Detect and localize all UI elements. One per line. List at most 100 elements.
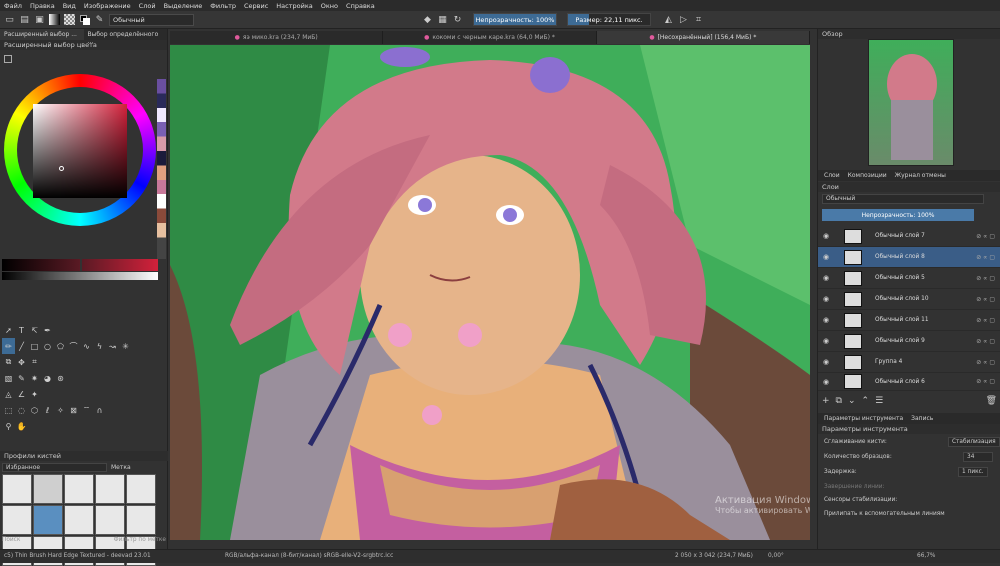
multibrush-icon[interactable]: ✳	[119, 338, 132, 354]
polygon-tool-icon[interactable]: ⬠	[54, 338, 67, 354]
text-tool-icon[interactable]: T	[15, 322, 28, 338]
menu-help[interactable]: Справка	[346, 2, 375, 10]
gradient-icon[interactable]	[49, 14, 60, 25]
delay-input[interactable]: 1 пикс.	[958, 467, 988, 477]
polygon-select-icon[interactable]: ⬡	[28, 402, 41, 418]
samples-input[interactable]: 34	[963, 452, 993, 462]
tab-layers[interactable]: Слои	[824, 172, 840, 179]
brush-preset-icon[interactable]: ✎	[94, 14, 105, 25]
layer-row[interactable]: ◉ Обычный слой 9 ⊘ ∝ ▢	[818, 331, 1000, 352]
fill-tool-icon[interactable]: ◕	[41, 370, 54, 386]
layer-row[interactable]: ◉ Обычный слой 5 ⊘ ∝ ▢	[818, 268, 1000, 289]
menu-select[interactable]: Выделение	[164, 2, 203, 10]
hue-gradient-bar[interactable]	[82, 259, 158, 271]
brush-preset[interactable]	[126, 505, 156, 535]
tab-document-3[interactable]: ● [Несохранённый] (156,4 МиБ) *	[596, 31, 810, 44]
menu-window[interactable]: Окно	[321, 2, 338, 10]
layer-lock-icons[interactable]: ⊘ ∝ ▢	[976, 359, 995, 366]
size-slider[interactable]: Размер: 22,11 пикс.	[567, 13, 651, 26]
menu-filter[interactable]: Фильтр	[210, 2, 236, 10]
saturation-value-square[interactable]	[33, 104, 127, 198]
layer-lock-icons[interactable]: ⊘ ∝ ▢	[976, 233, 995, 240]
pattern-icon[interactable]	[64, 14, 75, 25]
layer-opacity-slider[interactable]: Непрозрачность: 100%	[822, 209, 974, 221]
layer-lock-icons[interactable]: ⊘ ∝ ▢	[976, 378, 995, 385]
crop-tool-icon[interactable]: ⌗	[28, 354, 41, 370]
freehand-select-icon[interactable]: ℓ	[41, 402, 54, 418]
snap-to-assistants-label[interactable]: Прилипать к вспомогательным линиям	[824, 511, 945, 517]
reload-preset-icon[interactable]: ↻	[452, 14, 463, 25]
menu-settings[interactable]: Настройка	[276, 2, 312, 10]
visibility-eye-icon[interactable]: ◉	[823, 274, 829, 282]
visibility-eye-icon[interactable]: ◉	[823, 295, 829, 303]
visibility-eye-icon[interactable]: ◉	[823, 316, 829, 324]
tab-document-1[interactable]: ● яэ мико.kra (234,7 МиБ)	[170, 31, 384, 44]
menu-tools[interactable]: Сервис	[244, 2, 268, 10]
brush-preset[interactable]	[64, 474, 94, 504]
tab-specific-color[interactable]: Выбор определённого ...	[84, 29, 168, 45]
layer-lock-icons[interactable]: ⊘ ∝ ▢	[976, 275, 995, 282]
tab-tool-options[interactable]: Параметры инструмента	[824, 415, 903, 422]
layer-row-selected[interactable]: ◉ Обычный слой 8 ⊘ ∝ ▢	[818, 247, 1000, 268]
color-picker-handle[interactable]	[59, 166, 64, 171]
freehand-brush-icon[interactable]: ✏	[2, 338, 15, 354]
brush-preset[interactable]	[126, 474, 156, 504]
eraser-mode-icon[interactable]: ◆	[422, 14, 433, 25]
select-shapes-icon[interactable]: ➚	[2, 322, 15, 338]
layer-row[interactable]: ◉ Обычный слой 10 ⊘ ∝ ▢	[818, 289, 1000, 310]
wrap-around-icon[interactable]: ⌗	[693, 14, 704, 25]
contiguous-select-icon[interactable]: ✧	[54, 402, 67, 418]
tab-advanced-color[interactable]: Расширенный выбор ...	[0, 29, 84, 40]
move-tool-icon[interactable]: ✥	[15, 354, 28, 370]
menu-image[interactable]: Изображение	[84, 2, 131, 10]
delete-layer-icon[interactable]: 🗑	[986, 396, 997, 406]
brush-search-input[interactable]: Поиск	[2, 537, 20, 547]
bezier-select-icon[interactable]: ⌔	[80, 402, 93, 418]
mirror-horizontal-icon[interactable]: ◭	[663, 14, 674, 25]
filter-by-tag-checkbox[interactable]: Фильтр по метке	[114, 537, 166, 547]
similar-select-icon[interactable]: ⊠	[67, 402, 80, 418]
layer-properties-icon[interactable]: ☰	[875, 396, 883, 406]
open-document-icon[interactable]: ▤	[19, 14, 30, 25]
layer-row[interactable]: ◉ Обычный слой 7 ⊘ ∝ ▢	[818, 226, 1000, 247]
menu-view[interactable]: Вид	[63, 2, 76, 10]
duplicate-layer-icon[interactable]: ⧉	[836, 396, 842, 406]
color-history-strip[interactable]	[157, 79, 166, 259]
layer-lock-icons[interactable]: ⊘ ∝ ▢	[976, 338, 995, 345]
menu-file[interactable]: Файл	[4, 2, 22, 10]
visibility-eye-icon[interactable]: ◉	[823, 232, 829, 240]
brush-tag-select[interactable]: Избранное	[2, 463, 107, 472]
color-sampler-icon[interactable]: ⊛	[54, 370, 67, 386]
panel-menu-icon[interactable]	[4, 55, 12, 63]
visibility-eye-icon[interactable]: ◉	[823, 253, 829, 261]
freehand-path-icon[interactable]: ϟ	[93, 338, 106, 354]
drawing-canvas[interactable]: Активация Windows Чтобы активировать Win…	[170, 45, 810, 540]
tab-document-2[interactable]: ● кокоми с черным каре.kra (64,0 МиБ) *	[383, 31, 597, 44]
add-layer-icon[interactable]: +	[822, 396, 830, 406]
visibility-eye-icon[interactable]: ◉	[823, 337, 829, 345]
menu-edit[interactable]: Правка	[30, 2, 55, 10]
brush-preset[interactable]	[33, 474, 63, 504]
layer-row[interactable]: ◉ Обычный слой 6 ⊘ ∝ ▢	[818, 373, 1000, 391]
brush-preset-selected[interactable]	[33, 505, 63, 535]
save-document-icon[interactable]: ▣	[34, 14, 45, 25]
layer-lock-icons[interactable]: ⊘ ∝ ▢	[976, 296, 995, 303]
polyline-tool-icon[interactable]: ⌒	[67, 338, 80, 354]
mirror-vertical-icon[interactable]: ▷	[678, 14, 689, 25]
overview-thumbnail[interactable]	[868, 39, 954, 166]
layer-row[interactable]: ◉ Обычный слой 11 ⊘ ∝ ▢	[818, 310, 1000, 331]
reference-tool-icon[interactable]: ✦	[28, 386, 41, 402]
ellipse-select-icon[interactable]: ◌	[15, 402, 28, 418]
transform-tool-icon[interactable]: ⧉	[2, 354, 15, 370]
magnetic-select-icon[interactable]: ∩	[93, 402, 106, 418]
colorize-mask-icon[interactable]: ✎	[15, 370, 28, 386]
visibility-eye-icon[interactable]: ◉	[823, 358, 829, 366]
assistant-tool-icon[interactable]: ◬	[2, 386, 15, 402]
menu-layer[interactable]: Слой	[139, 2, 156, 10]
brush-preset[interactable]	[64, 505, 94, 535]
fg-bg-color-icon[interactable]	[79, 14, 90, 25]
dynamic-brush-icon[interactable]: ↝	[106, 338, 119, 354]
move-layer-up-icon[interactable]: ⌃	[862, 396, 870, 406]
opacity-slider[interactable]: Непрозрачность: 100%	[473, 13, 557, 26]
tab-compositions[interactable]: Композиции	[848, 172, 887, 179]
